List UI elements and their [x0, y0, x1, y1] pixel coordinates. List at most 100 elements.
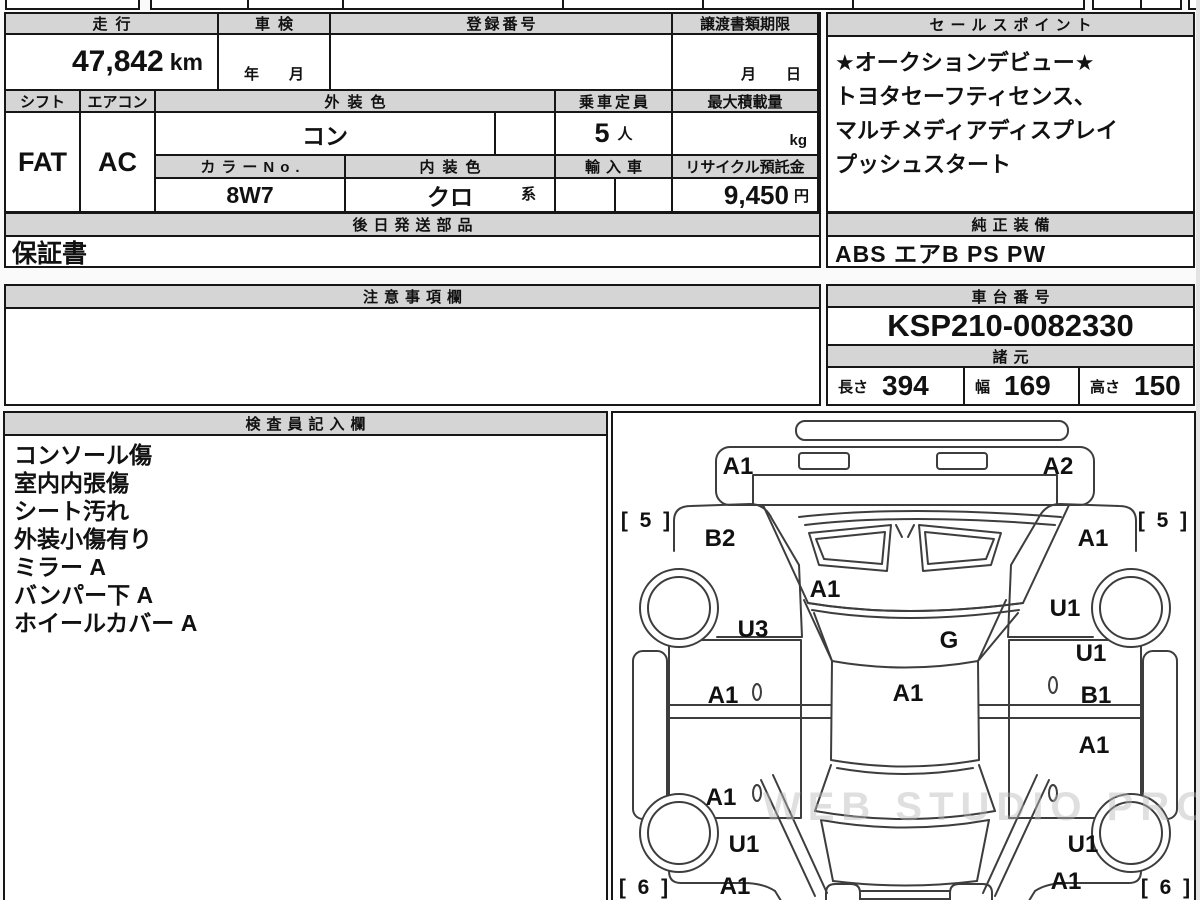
import-car-value-cell2	[616, 179, 673, 211]
capacity-header: 乗車定員	[556, 91, 673, 113]
front-plate-bar	[795, 420, 1069, 441]
rear-right-wheel	[1091, 793, 1171, 873]
registration-value	[331, 35, 673, 91]
front-right-wheel	[1091, 568, 1171, 648]
roof	[830, 660, 980, 775]
exterior-color-value: コン	[156, 113, 496, 156]
sales-points-header: セールスポイント	[828, 14, 1193, 37]
notes-header: 注意事項欄	[6, 286, 819, 309]
color-no-header: カラーNo.	[156, 156, 346, 179]
spec-height: 高さ 150	[1080, 368, 1193, 404]
length-value: 394	[882, 370, 929, 401]
damage-code-right-front-fender-lower: U1	[1050, 595, 1081, 622]
inspector-note-line: 外装小傷有り	[14, 526, 152, 552]
interior-color-header: 内装色	[346, 156, 556, 179]
color-no-value: 8W7	[156, 179, 346, 211]
exterior-color-header: 外装色	[156, 91, 556, 113]
front-left-wheel	[639, 568, 719, 648]
capacity-unit: 人	[617, 126, 633, 143]
damage-code-roof: A1	[893, 680, 924, 707]
inspector-note-line: シート汚れ	[14, 498, 129, 524]
right-sill	[1142, 650, 1178, 820]
auction-sheet: 走行 車検 登録番号 譲渡書類期限 47,842 km 年 月 月 日 シフト …	[0, 0, 1200, 900]
chassis-number-header: 車台番号	[828, 286, 1193, 308]
recycle-deposit-value-cell: 9,450 円	[673, 179, 819, 211]
damage-code-left-rear-quarter: U1	[729, 831, 760, 858]
capacity-value-cell: 5 人	[556, 113, 673, 156]
specs-row: 長さ 394 幅 169 高さ 150	[828, 368, 1193, 404]
max-load-unit: kg	[673, 113, 819, 156]
interior-color-value-cell: クロ 系	[346, 179, 556, 211]
inspector-note-line: 室内内張傷	[14, 470, 129, 496]
car-diagram-box: A1 A2 B2 A1 U3 U1 A1 G A1 A1 U1 B1 A1 A1 U1 U1 A1 A1 [ 5 ]…	[611, 411, 1200, 900]
top-strip-fragment	[5, 0, 140, 10]
tire-depth-front-right: [ 5 ]	[1138, 509, 1190, 532]
mileage-value-cell: 47,842 km	[6, 35, 219, 91]
damage-code-left-front-door: A1	[708, 682, 739, 709]
notes-value	[6, 309, 819, 404]
transfer-deadline-header: 譲渡書類期限	[673, 14, 819, 35]
aircon-header: エアコン	[81, 91, 156, 113]
shaken-value: 年 月	[219, 35, 331, 91]
vehicle-spec-table: 走行 車検 登録番号 譲渡書類期限 47,842 km 年 月 月 日 シフト …	[4, 12, 821, 213]
mileage-header: 走行	[6, 14, 219, 35]
inspector-notes-header: 検査員記入欄	[5, 413, 606, 436]
damage-code-front-bumper-left: A1	[723, 453, 754, 480]
recycle-deposit-value: 9,450	[723, 179, 789, 210]
aircon-value: AC	[81, 113, 156, 211]
width-value: 169	[1004, 370, 1051, 401]
damage-code-front-bumper-right: A2	[1043, 453, 1074, 480]
sales-points-lines: ★オークションデビュー★ トヨタセーフティセンス、 マルチメディアディスプレイ プッシ…	[828, 37, 1193, 191]
damage-code-right-front-door-upper: U1	[1076, 640, 1107, 667]
recycle-deposit-unit: 円	[793, 187, 809, 205]
mileage-value: 47,842	[71, 45, 164, 78]
sales-point-line: ★オークションデビュー★	[835, 50, 1095, 75]
tire-depth-rear-left: [ 6 ]	[619, 876, 671, 899]
capacity-value: 5	[594, 118, 610, 148]
damage-code-left-rear-lower: A1	[720, 873, 751, 900]
exterior-color-extra-cell	[496, 113, 556, 156]
tire-depth-front-left: [ 5 ]	[621, 509, 673, 532]
inspector-note-line: ミラー A	[14, 554, 106, 580]
damage-code-cowl: G	[940, 627, 959, 654]
page-edge	[1196, 0, 1200, 900]
car-diagram: A1 A2 B2 A1 U3 U1 A1 G A1 A1 U1 B1 A1 A1 U1 U1 A1 A1 [ 5 ]…	[619, 420, 1190, 900]
chassis-number-value: KSP210-0082330	[828, 308, 1193, 346]
damage-code-left-front-fender-lower: U3	[738, 616, 769, 643]
shift-header: シフト	[6, 91, 81, 113]
damage-code-right-rear-quarter: U1	[1068, 831, 1099, 858]
later-parts-header: 後日発送部品	[6, 214, 819, 237]
inspector-note-line: コンソール傷	[14, 442, 152, 468]
top-strip-fragment	[150, 0, 1085, 10]
registration-header: 登録番号	[331, 14, 673, 35]
sales-point-line: マルチメディアディスプレイ	[835, 118, 1118, 143]
recycle-deposit-header: リサイクル預託金	[673, 156, 819, 179]
interior-color-value: クロ	[427, 184, 473, 210]
damage-code-right-rear-door: A1	[1079, 732, 1110, 759]
shift-value: FAT	[6, 113, 81, 211]
height-value: 150	[1134, 370, 1181, 401]
left-sill	[632, 650, 668, 820]
inspector-lines: コンソール傷 室内内張傷 シート汚れ 外装小傷有り ミラー A バンパー下 A ホイールカバ…	[5, 436, 606, 642]
specs-header: 諸元	[828, 346, 1193, 368]
chassis-specs-box: 車台番号 KSP210-0082330 諸元 長さ 394 幅 169 高さ 1…	[826, 284, 1195, 406]
damage-code-right-front-fender: A1	[1078, 525, 1109, 552]
later-parts-box: 後日発送部品 保証書	[4, 212, 821, 268]
length-label: 長さ	[838, 378, 869, 396]
import-car-header: 輸入車	[556, 156, 673, 179]
sales-point-line: プッシュスタート	[835, 152, 1012, 177]
height-label: 高さ	[1090, 378, 1121, 396]
sales-points-box: セールスポイント ★オークションデビュー★ トヨタセーフティセンス、 マルチメディア…	[826, 12, 1195, 213]
later-parts-value: 保証書	[12, 239, 88, 268]
inspector-notes-box: 検査員記入欄 コンソール傷 室内内張傷 シート汚れ 外装小傷有り ミラー A バンパー下 …	[3, 411, 608, 900]
damage-code-right-rear-lower: A1	[1051, 868, 1082, 895]
import-car-value-cell	[556, 179, 616, 211]
damage-code-hood: A1	[810, 576, 841, 603]
shaken-header: 車検	[219, 14, 331, 35]
width-label: 幅	[975, 378, 991, 396]
inspector-note-line: ホイールカバー A	[14, 610, 198, 636]
inspector-note-line: バンパー下 A	[14, 582, 154, 608]
spec-length: 長さ 394	[828, 368, 965, 404]
damage-code-right-front-door: B1	[1081, 682, 1112, 709]
sales-point-line: トヨタセーフティセンス、	[835, 84, 1096, 109]
